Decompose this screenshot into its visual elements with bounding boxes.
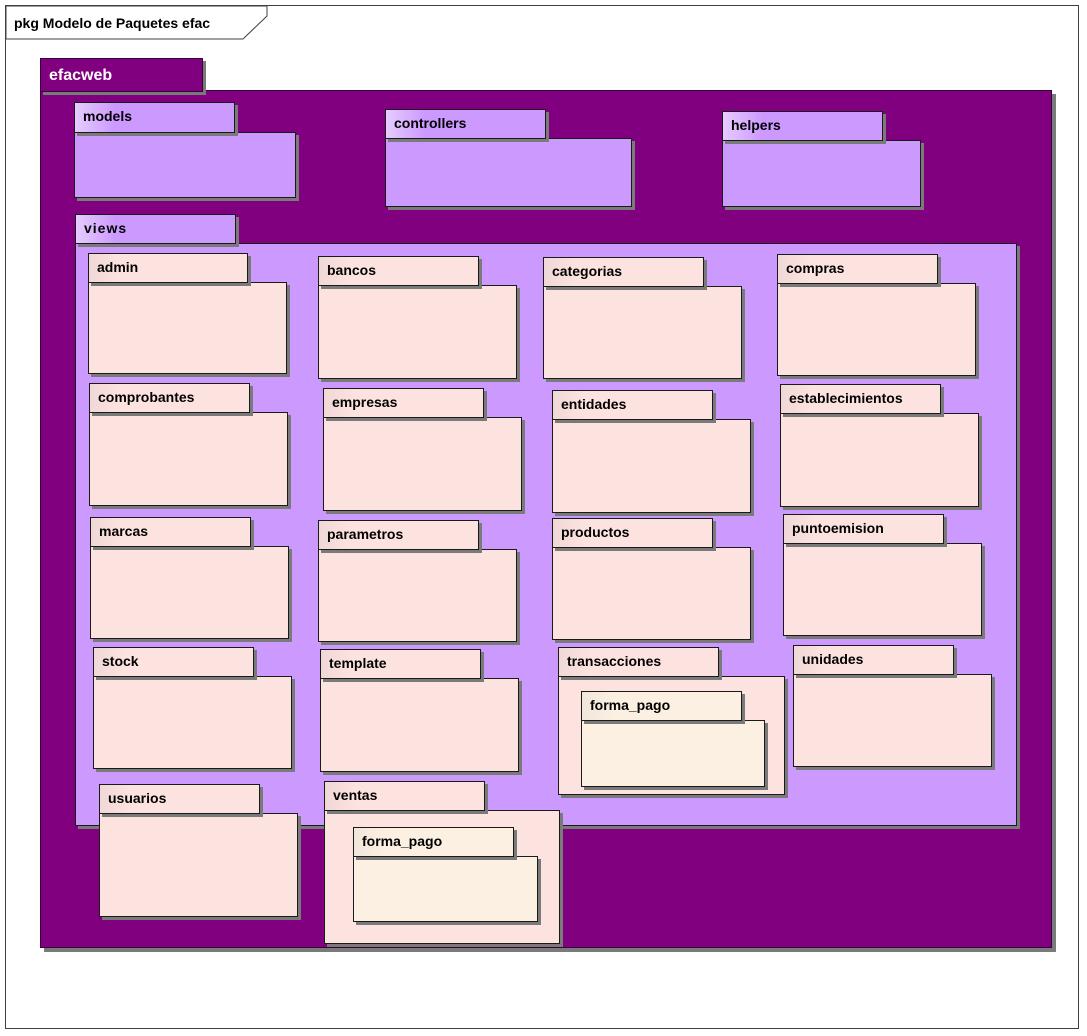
package-controllers-body (385, 138, 632, 207)
package-establecimientos-body (780, 413, 979, 507)
package-views-tab: views (75, 214, 236, 244)
package-transacciones-label: transacciones (567, 653, 662, 669)
package-ventas-tab: ventas (324, 781, 485, 811)
package-stock-label: stock (102, 653, 139, 669)
package-unidades-body (793, 674, 992, 767)
package-ventas-forma-pago-body (353, 856, 538, 922)
package-transacciones-tab: transacciones (558, 647, 719, 677)
package-efacweb-tab[interactable]: efacweb (40, 58, 203, 92)
package-template-body (320, 678, 519, 772)
package-controllers-tab: controllers (385, 109, 546, 139)
package-productos-label: productos (561, 524, 630, 540)
package-usuarios-label: usuarios (108, 790, 167, 806)
package-helpers-body (722, 140, 921, 207)
package-views-label: views (84, 220, 128, 236)
package-parametros-body (318, 549, 517, 642)
package-transacciones-forma-pago-body (581, 720, 765, 787)
package-bancos-label: bancos (327, 262, 377, 278)
package-categorias-label: categorias (552, 263, 623, 279)
package-ventas-forma-pago-label: forma_pago (362, 833, 443, 849)
package-usuarios-tab: usuarios (99, 784, 260, 814)
package-helpers-label: helpers (731, 117, 781, 133)
package-helpers-tab: helpers (722, 111, 883, 141)
package-puntoemision-label: puntoemision (792, 520, 884, 536)
package-marcas-label: marcas (99, 523, 149, 539)
package-transacciones-forma-pago-label: forma_pago (590, 697, 671, 713)
package-admin-label: admin (97, 259, 139, 275)
package-compras-body (777, 283, 976, 376)
package-usuarios-body (99, 813, 298, 917)
package-comprobantes-body (89, 412, 288, 506)
package-parametros-tab: parametros (318, 520, 479, 550)
package-template-label: template (329, 655, 387, 671)
package-models-label: models (83, 108, 133, 124)
package-parametros-label: parametros (327, 526, 404, 542)
package-entidades-tab: entidades (552, 390, 713, 420)
package-unidades-label: unidades (802, 651, 864, 667)
package-establecimientos-tab: establecimientos (780, 384, 941, 414)
package-marcas-body (90, 546, 289, 639)
package-comprobantes-tab: comprobantes (89, 383, 250, 413)
package-models-tab: models (74, 102, 235, 133)
package-bancos-body (318, 285, 517, 379)
package-categorias-tab: categorias (543, 257, 704, 287)
package-efacweb-label: efacweb (49, 67, 113, 84)
package-stock-body (93, 676, 292, 769)
package-entidades-body (552, 419, 751, 513)
package-puntoemision-body (783, 543, 982, 636)
package-empresas-body (323, 417, 522, 511)
package-empresas-label: empresas (332, 394, 398, 410)
frame-title-tab: pkg Modelo de Paquetes efac (6, 6, 268, 40)
package-empresas-tab: empresas (323, 388, 484, 418)
package-ventas-label: ventas (333, 787, 378, 803)
package-ventas-forma-pago-tab: forma_pago (353, 827, 514, 857)
package-compras-tab: compras (777, 254, 938, 284)
package-transacciones-forma-pago-tab: forma_pago (581, 691, 742, 721)
package-establecimientos-label: establecimientos (789, 390, 903, 406)
package-controllers-label: controllers (394, 115, 467, 131)
package-admin-body (88, 282, 287, 374)
package-categorias-body (543, 286, 742, 379)
package-productos-body (552, 547, 751, 640)
package-puntoemision-tab: puntoemision (783, 514, 944, 544)
package-productos-tab: productos (552, 518, 713, 548)
frame-title: pkg Modelo de Paquetes efac (14, 15, 210, 31)
package-entidades-label: entidades (561, 396, 627, 412)
package-unidades-tab: unidades (793, 645, 954, 675)
package-template-tab: template (320, 649, 481, 679)
package-comprobantes-label: comprobantes (98, 389, 195, 405)
package-bancos-tab: bancos (318, 256, 479, 286)
package-models-body (74, 132, 296, 198)
package-admin-tab: admin (88, 253, 248, 283)
package-marcas-tab: marcas (90, 517, 251, 547)
package-compras-label: compras (786, 260, 845, 276)
package-stock-tab: stock (93, 647, 254, 677)
